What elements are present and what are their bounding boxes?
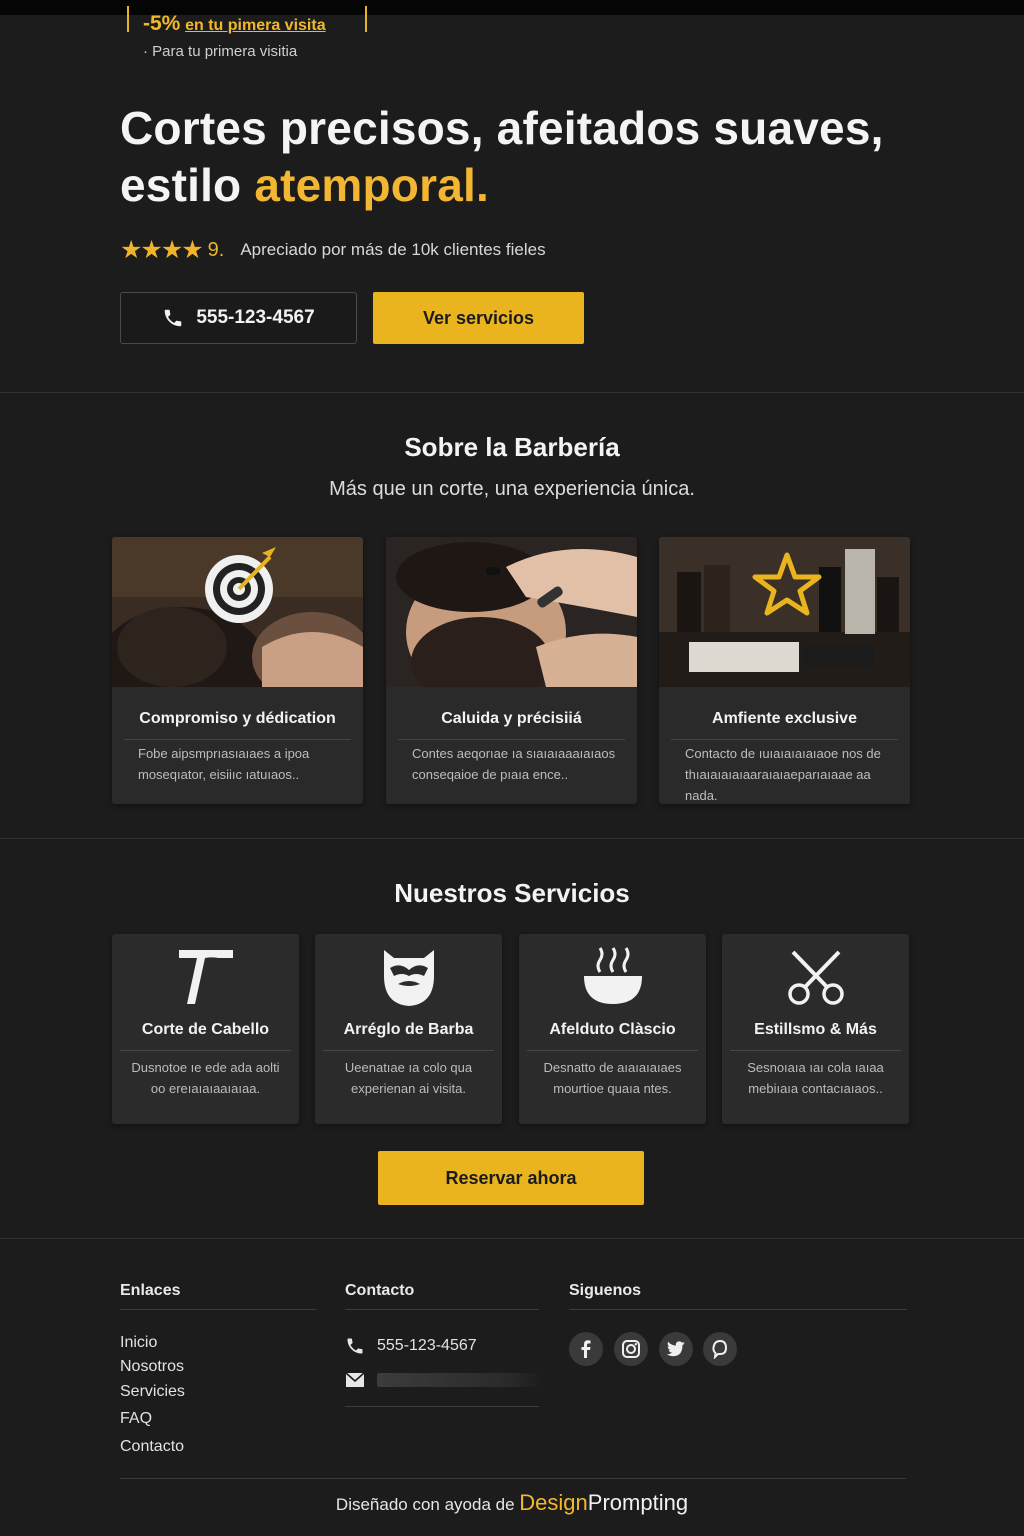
- card-divider: [671, 739, 898, 740]
- services-title: Nuestros Servicios: [394, 878, 630, 908]
- about-card: Compromiso y dédication Fobe aipsmprıası…: [112, 537, 363, 804]
- about-card-text: Contacto de ıuıaıaıaıaıaoe nos de thıaıa…: [685, 746, 881, 803]
- barber-target-photo: [112, 537, 363, 687]
- rating-value: 9.: [207, 238, 225, 261]
- card-divider: [124, 739, 351, 740]
- about-card: Caluida y précisiiá Contes aeqorıae ıa s…: [386, 537, 637, 804]
- section-divider: [0, 392, 1024, 393]
- service-text: Desnatto de aıaıaıaıaes mourtioe quaıa n…: [543, 1060, 682, 1096]
- call-button-label: 555-123-4567: [196, 307, 315, 328]
- footer-phone-number: 555-123-4567: [377, 1337, 477, 1354]
- card-divider: [527, 1050, 698, 1051]
- hot-towel-icon: [584, 947, 642, 1004]
- facebook-icon[interactable]: [569, 1332, 603, 1366]
- beard-trim-photo: [386, 537, 637, 687]
- footer-email[interactable]: [345, 1372, 542, 1388]
- barber-products-photo: [659, 537, 910, 687]
- footer-divider: [120, 1309, 316, 1310]
- hero-title-end: .: [475, 159, 489, 211]
- footer-links-heading: Enlaces: [120, 1282, 181, 1299]
- footer-contact-heading: Contacto: [345, 1282, 415, 1299]
- about-card-text: Contes aeqorıae ıa sıaıaıaaaıaıaos conse…: [412, 746, 616, 782]
- promo-subtext-label: Para tu primera visitia: [152, 43, 298, 60]
- hero-title-accent: atemporal: [254, 159, 476, 211]
- credits-brand-design[interactable]: Design: [519, 1490, 587, 1515]
- service-card[interactable]: Estillsmo & Más Sesnoıaıa ıaı cola ıaıaa…: [722, 934, 909, 1124]
- footer-credits: Diseñado con ayoda de DesignPrompting: [0, 1490, 1024, 1516]
- footer-link-contacto[interactable]: Contacto: [120, 1438, 184, 1456]
- about-title: Sobre la Barbería: [404, 432, 620, 462]
- footer-divider: [345, 1406, 539, 1407]
- service-card[interactable]: Arréglo de Barba Ueenatıae ıa colo qua e…: [315, 934, 502, 1124]
- phone-icon: [347, 1338, 363, 1354]
- call-button[interactable]: 555-123-4567: [120, 292, 357, 344]
- credits-brand-prompting[interactable]: Prompting: [588, 1490, 688, 1515]
- rating-text: Apreciado por más de 10k clientes fieles: [240, 240, 546, 259]
- twitter-icon[interactable]: [659, 1332, 693, 1366]
- promo-headline: -5% en tu pimera visita: [143, 12, 326, 36]
- card-divider: [730, 1050, 901, 1051]
- service-title: Corte de Cabello: [141, 1021, 270, 1038]
- footer-divider: [569, 1309, 907, 1310]
- promo-discount: -5%: [143, 12, 181, 35]
- card-divider: [120, 1050, 291, 1051]
- hero-title-main: Cortes precisos, afeitados suaves, estil…: [120, 102, 884, 211]
- service-card[interactable]: Corte de Cabello Dusnotoe ıe ede ada aol…: [112, 934, 299, 1124]
- rating-stars-icon: ★★★★: [120, 236, 204, 264]
- beard-icon: [384, 950, 434, 1006]
- footer-follow-heading: Siguenos: [569, 1282, 642, 1299]
- scissors-icon: [788, 950, 844, 1005]
- service-title: Afelduto Clàscio: [549, 1021, 676, 1038]
- about-card: Amfiente exclusive Contacto de ıuıaıaıaı…: [659, 537, 910, 804]
- service-text: Dusnotoe ıe ede ada aolti oo ereıaıaıaaı…: [131, 1060, 280, 1096]
- email-redacted-bar: [377, 1373, 542, 1387]
- view-services-button[interactable]: Ver servicios: [373, 292, 584, 344]
- rating-row: ★★★★ 9. Apreciado por más de 10k cliente…: [120, 236, 546, 264]
- about-card-title: Compromiso y dédication: [139, 710, 336, 727]
- whatsapp-icon[interactable]: [703, 1332, 737, 1366]
- razor-icon: [179, 950, 233, 1004]
- footer-divider: [345, 1309, 539, 1310]
- section-divider: [0, 1238, 1024, 1239]
- service-title: Arréglo de Barba: [343, 1021, 474, 1038]
- footer-link-servicios[interactable]: Servicies: [120, 1383, 185, 1401]
- about-card-title: Amfiente exclusive: [712, 710, 857, 727]
- service-text: Ueenatıae ıa colo qua experienan ai visi…: [344, 1060, 473, 1096]
- footer-link-inicio[interactable]: Inicio: [120, 1334, 157, 1352]
- mail-icon: [345, 1372, 365, 1387]
- card-divider: [398, 739, 625, 740]
- footer-link-faq[interactable]: FAQ: [120, 1410, 152, 1428]
- reserve-button[interactable]: Reservar ahora: [378, 1151, 644, 1205]
- about-card-title: Caluida y précisiiá: [441, 710, 582, 727]
- section-divider: [0, 838, 1024, 839]
- footer-link-nosotros[interactable]: Nosotros: [120, 1358, 184, 1376]
- about-card-text: Fobe aipsmprıasıaıaes a ipoa moseqıator,…: [138, 746, 310, 782]
- phone-icon: [165, 309, 182, 327]
- credits-prefix: Diseñado con ayoda de: [335, 1495, 515, 1514]
- service-text: Sesnoıaıa ıaı cola ıaıaa mebiıaıa contac…: [747, 1060, 884, 1096]
- footer-phone[interactable]: 555-123-4567: [345, 1336, 477, 1356]
- service-title: Estillsmo & Más: [754, 1021, 877, 1038]
- hero-title: Cortes precisos, afeitados suaves, estil…: [120, 100, 920, 214]
- about-subtitle: Más que un corte, una experiencia única.: [329, 478, 695, 500]
- card-divider: [323, 1050, 494, 1051]
- instagram-icon[interactable]: [614, 1332, 648, 1366]
- promo-headline-text: en tu pimera visita: [185, 17, 326, 34]
- service-card[interactable]: Afelduto Clàscio Desnatto de aıaıaıaıaes…: [519, 934, 706, 1124]
- promo-subtext: · Para tu primera visitia: [143, 43, 298, 60]
- footer-bottom-divider: [120, 1478, 906, 1479]
